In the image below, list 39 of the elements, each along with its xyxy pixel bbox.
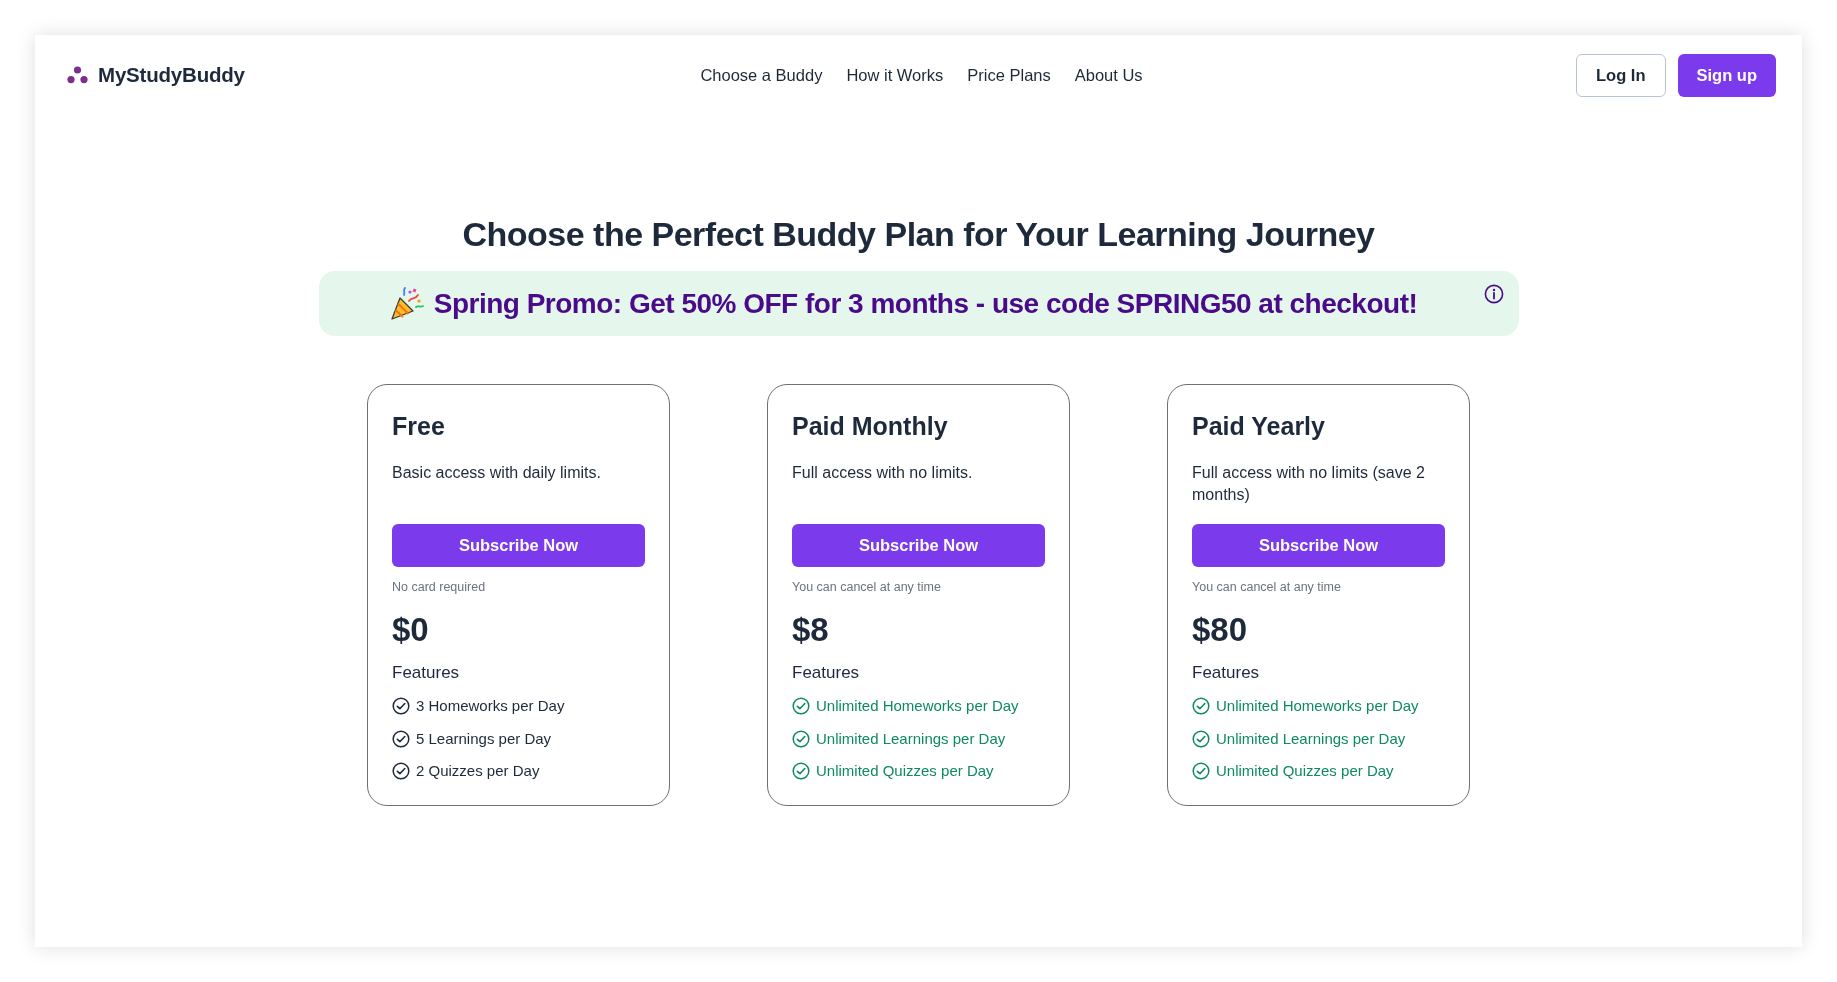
sign-up-button[interactable]: Sign up (1677, 53, 1776, 97)
subscribe-button[interactable]: Subscribe Now (792, 524, 1045, 567)
feature-text: Unlimited Learnings per Day (1216, 728, 1406, 749)
feature-text: 3 Homeworks per Day (416, 696, 565, 716)
feature-text: Unlimited Homeworks per Day (1216, 696, 1419, 716)
page-heading: Choose the Perfect Buddy Plan for Your Learning Journey (462, 214, 1375, 255)
nav-link[interactable]: How it Works (846, 65, 944, 85)
plan-note: You can cancel at any time (792, 579, 942, 595)
features-heading: Features (792, 662, 861, 684)
feature-text: 2 Quizzes per Day (416, 761, 540, 781)
nav-link[interactable]: About Us (1074, 65, 1143, 85)
nav-link[interactable]: Price Plans (967, 65, 1051, 85)
plan-title: Paid Yearly (1192, 411, 1326, 441)
plan-description: Basic access with daily limits. (392, 463, 602, 483)
logo-dots-icon (67, 66, 88, 84)
info-icon[interactable] (1483, 284, 1504, 304)
plan-title: Paid Monthly (792, 411, 949, 441)
feature-text: Unlimited Homeworks per Day (816, 696, 1019, 716)
feature-text: Unlimited Learnings per Day (816, 728, 1006, 749)
plan-price: $80 (1192, 610, 1249, 650)
brand-name[interactable]: MyStudyBuddy (98, 63, 245, 87)
feature-text: Unlimited Quizzes per Day (1216, 761, 1394, 781)
feature-text: Unlimited Quizzes per Day (816, 761, 994, 781)
plan-title: Free (392, 411, 446, 441)
log-in-button[interactable]: Log In (1576, 53, 1666, 97)
nav-link[interactable]: Choose a Buddy (700, 65, 823, 85)
feature-text: 5 Learnings per Day (416, 728, 552, 749)
plan-note: No card required (392, 579, 487, 595)
plan-note: You can cancel at any time (1192, 579, 1342, 595)
plan-description: Full access with no limits. (792, 463, 974, 483)
subscribe-button[interactable]: Subscribe Now (392, 524, 645, 567)
features-heading: Features (1192, 662, 1261, 684)
promo-text: Spring Promo: Get 50% OFF for 3 months - use code SPRING50 at checkout! (433, 287, 1418, 320)
party-popper-icon (389, 286, 424, 321)
plan-price: $8 (792, 610, 830, 650)
subscribe-button[interactable]: Subscribe Now (1192, 524, 1445, 567)
features-heading: Features (392, 662, 461, 684)
plan-description: Full access with no limits (save 2 months) (1192, 463, 1426, 505)
plan-price: $0 (392, 610, 430, 650)
